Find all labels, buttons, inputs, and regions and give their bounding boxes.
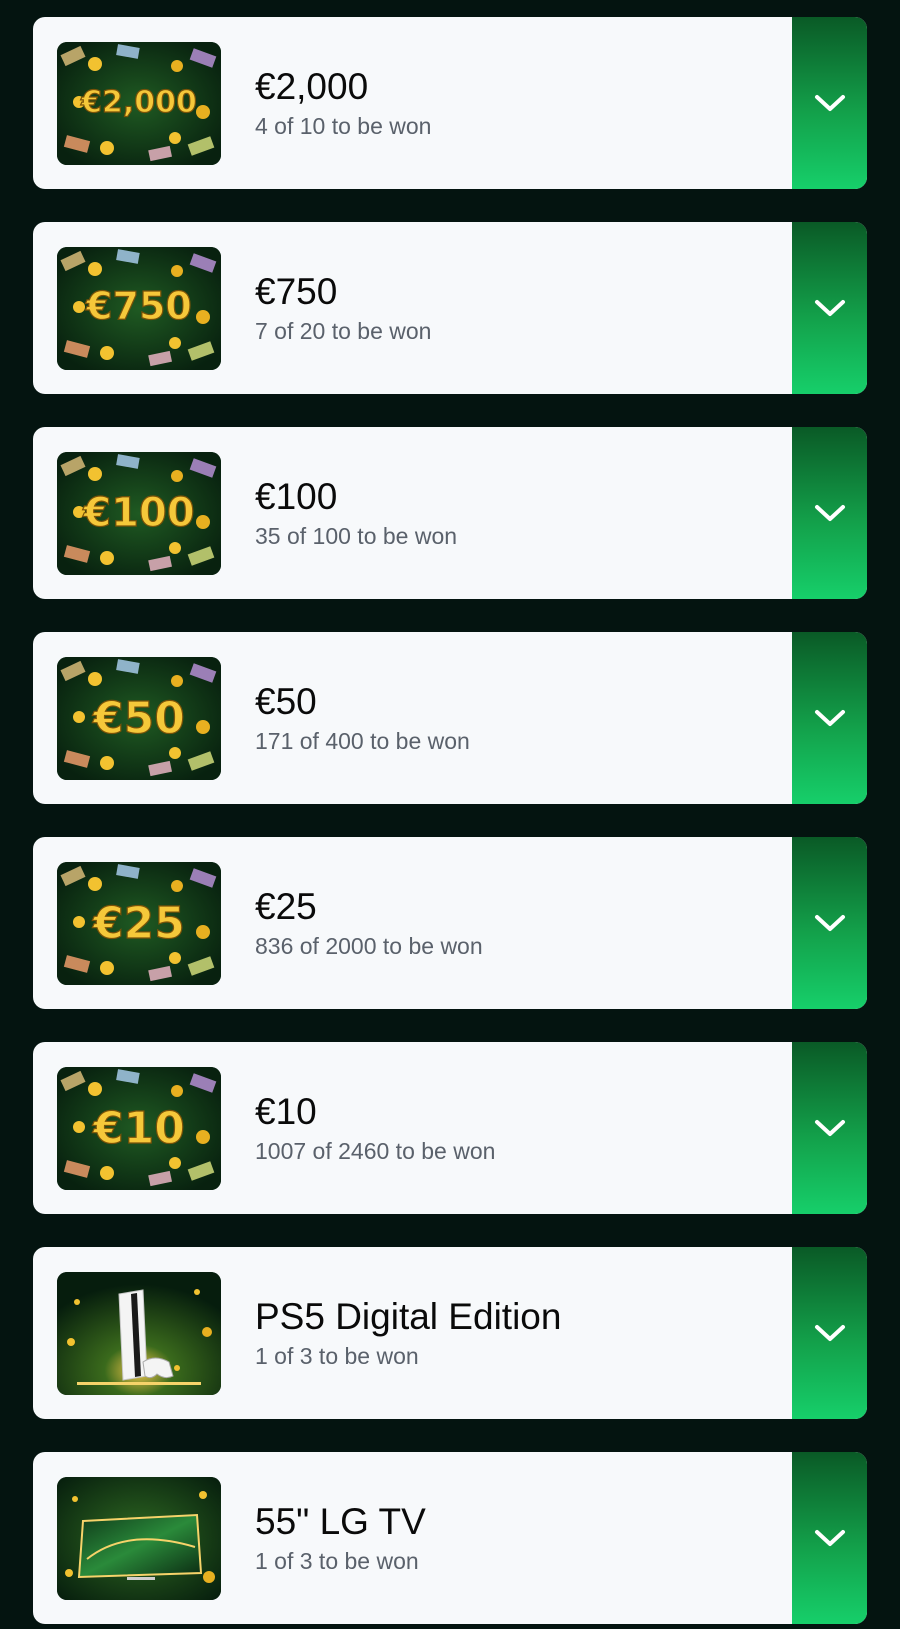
prize-title: €50 — [255, 681, 317, 722]
expand-button[interactable] — [792, 222, 867, 394]
prize-image-label: €2,000 — [80, 85, 197, 120]
prize-info: 55" LG TV 1 of 3 to be won — [255, 1500, 792, 1576]
prize-image — [57, 1271, 221, 1395]
chevron-down-icon — [814, 710, 845, 726]
chevron-down-icon — [814, 300, 845, 316]
chevron-down-icon — [814, 1120, 845, 1136]
prize-title: €100 — [255, 476, 338, 517]
prize-title: €10 — [255, 1091, 317, 1132]
prize-image: €750 — [57, 246, 221, 370]
cash-prize-image: €750 — [57, 246, 221, 370]
prize-title: 55" LG TV — [255, 1501, 426, 1542]
prize-image-label: €50 — [92, 693, 185, 744]
chevron-down-icon — [814, 95, 845, 111]
prize-image-label: €750 — [85, 284, 192, 328]
prize-card[interactable]: €25 €25 836 of 2000 to be won — [33, 837, 867, 1009]
chevron-down-icon — [814, 915, 845, 931]
prize-card[interactable]: PS5 Digital Edition 1 of 3 to be won — [33, 1247, 867, 1419]
prize-info: €25 836 of 2000 to be won — [255, 885, 792, 961]
cash-prize-image: €2,000 — [57, 41, 221, 165]
prize-remaining: 171 of 400 to be won — [255, 728, 470, 754]
prize-info: €50 171 of 400 to be won — [255, 680, 792, 756]
prize-remaining: 1 of 3 to be won — [255, 1548, 419, 1574]
prize-card[interactable]: €100 €100 35 of 100 to be won — [33, 427, 867, 599]
prize-title: PS5 Digital Edition — [255, 1296, 562, 1337]
prize-info: €750 7 of 20 to be won — [255, 270, 792, 346]
cash-prize-image: €50 — [57, 656, 221, 780]
expand-button[interactable] — [792, 837, 867, 1009]
prize-info: €10 1007 of 2460 to be won — [255, 1090, 792, 1166]
prize-remaining: 1007 of 2460 to be won — [255, 1138, 496, 1164]
prize-card[interactable]: €2,000 €2,000 4 of 10 to be won — [33, 17, 867, 189]
prize-title: €2,000 — [255, 66, 369, 107]
prize-image: €2,000 — [57, 41, 221, 165]
expand-button[interactable] — [792, 632, 867, 804]
chevron-down-icon — [814, 505, 845, 521]
prize-image-label: €10 — [92, 1103, 185, 1154]
prize-info: PS5 Digital Edition 1 of 3 to be won — [255, 1295, 792, 1371]
cash-prize-image: €10 — [57, 1066, 221, 1190]
prize-image — [57, 1476, 221, 1600]
prize-info: €100 35 of 100 to be won — [255, 475, 792, 551]
prize-card[interactable]: €750 €750 7 of 20 to be won — [33, 222, 867, 394]
prize-remaining: 1 of 3 to be won — [255, 1343, 419, 1369]
prize-remaining: 35 of 100 to be won — [255, 523, 458, 549]
prize-image-label: €100 — [82, 490, 194, 536]
tv-prize-image — [57, 1476, 221, 1600]
prize-title: €750 — [255, 271, 338, 312]
prize-remaining: 4 of 10 to be won — [255, 113, 432, 139]
prize-image: €50 — [57, 656, 221, 780]
prize-info: €2,000 4 of 10 to be won — [255, 65, 792, 141]
prize-image-label: €25 — [92, 898, 185, 949]
prize-title: €25 — [255, 886, 317, 927]
prize-image: €100 — [57, 451, 221, 575]
expand-button[interactable] — [792, 1042, 867, 1214]
expand-button[interactable] — [792, 1247, 867, 1419]
console-prize-image — [57, 1271, 221, 1395]
prize-image: €10 — [57, 1066, 221, 1190]
prize-card[interactable]: €50 €50 171 of 400 to be won — [33, 632, 867, 804]
prize-card[interactable]: €10 €10 1007 of 2460 to be won — [33, 1042, 867, 1214]
prize-image: €25 — [57, 861, 221, 985]
prize-remaining: 7 of 20 to be won — [255, 318, 432, 344]
cash-prize-image: €25 — [57, 861, 221, 985]
expand-button[interactable] — [792, 1452, 867, 1624]
prize-list: €2,000 €2,000 4 of 10 to be won €750 €75… — [0, 0, 900, 1629]
expand-button[interactable] — [792, 427, 867, 599]
chevron-down-icon — [814, 1530, 845, 1546]
prize-card[interactable]: 55" LG TV 1 of 3 to be won — [33, 1452, 867, 1624]
cash-prize-image: €100 — [57, 451, 221, 575]
expand-button[interactable] — [792, 17, 867, 189]
chevron-down-icon — [814, 1325, 845, 1341]
prize-remaining: 836 of 2000 to be won — [255, 933, 483, 959]
